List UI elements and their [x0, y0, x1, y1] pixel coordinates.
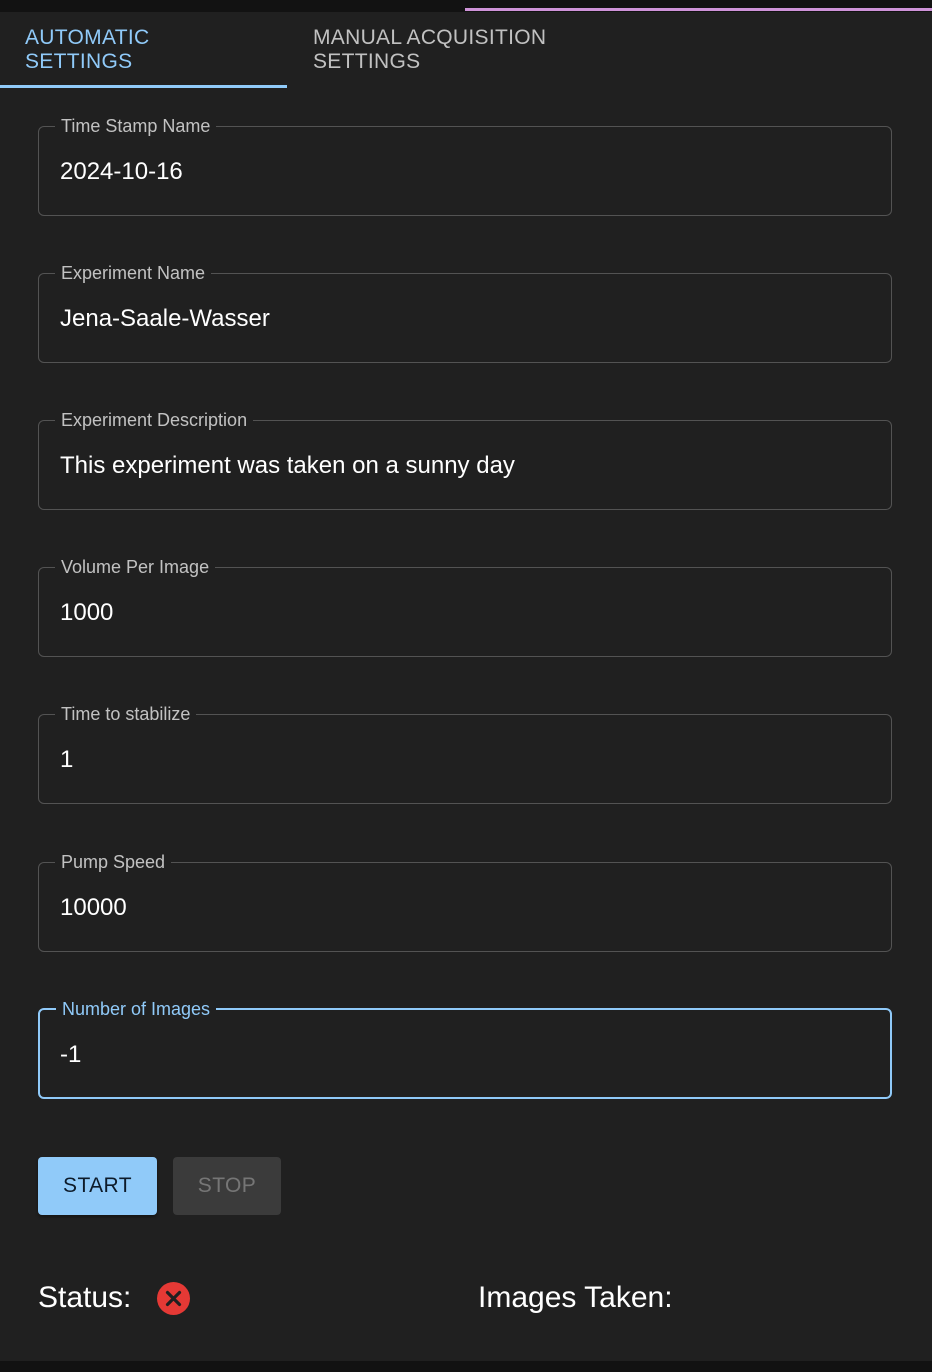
top-accent-line: [465, 8, 932, 11]
number-of-images-field: Number of Images: [38, 1000, 892, 1099]
error-x-icon: [157, 1282, 190, 1315]
volume-per-image-input[interactable]: [60, 568, 870, 657]
tab-bar: Automatic Settings Manual Acquisition Se…: [0, 12, 682, 88]
time-to-stabilize-input[interactable]: [60, 715, 870, 804]
experiment-name-field: Experiment Name: [38, 264, 892, 363]
volume-per-image-field: Volume Per Image: [38, 558, 892, 657]
number-of-images-input[interactable]: [60, 1010, 870, 1099]
time-stamp-name-input[interactable]: [60, 127, 870, 216]
bottom-strip: [0, 1361, 932, 1372]
tab-automatic-settings-label: Automatic Settings: [25, 26, 150, 73]
start-button[interactable]: Start: [38, 1157, 157, 1215]
stop-button[interactable]: Stop: [173, 1157, 281, 1215]
pump-speed-input[interactable]: [60, 863, 870, 952]
active-tab-indicator: [0, 85, 287, 88]
status-label: Status:: [38, 1281, 132, 1314]
tab-manual-acquisition-settings-label: Manual Acquisition Settings: [313, 26, 547, 73]
time-stamp-name-field: Time Stamp Name: [38, 117, 892, 216]
experiment-name-input[interactable]: [60, 274, 870, 363]
experiment-description-input[interactable]: [60, 421, 870, 510]
experiment-description-field: Experiment Description: [38, 411, 892, 510]
pump-speed-field: Pump Speed: [38, 853, 892, 952]
time-to-stabilize-field: Time to stabilize: [38, 705, 892, 804]
tab-automatic-settings[interactable]: Automatic Settings: [0, 12, 287, 88]
tab-manual-acquisition-settings[interactable]: Manual Acquisition Settings: [287, 12, 682, 88]
images-taken-label: Images Taken:: [478, 1281, 673, 1314]
